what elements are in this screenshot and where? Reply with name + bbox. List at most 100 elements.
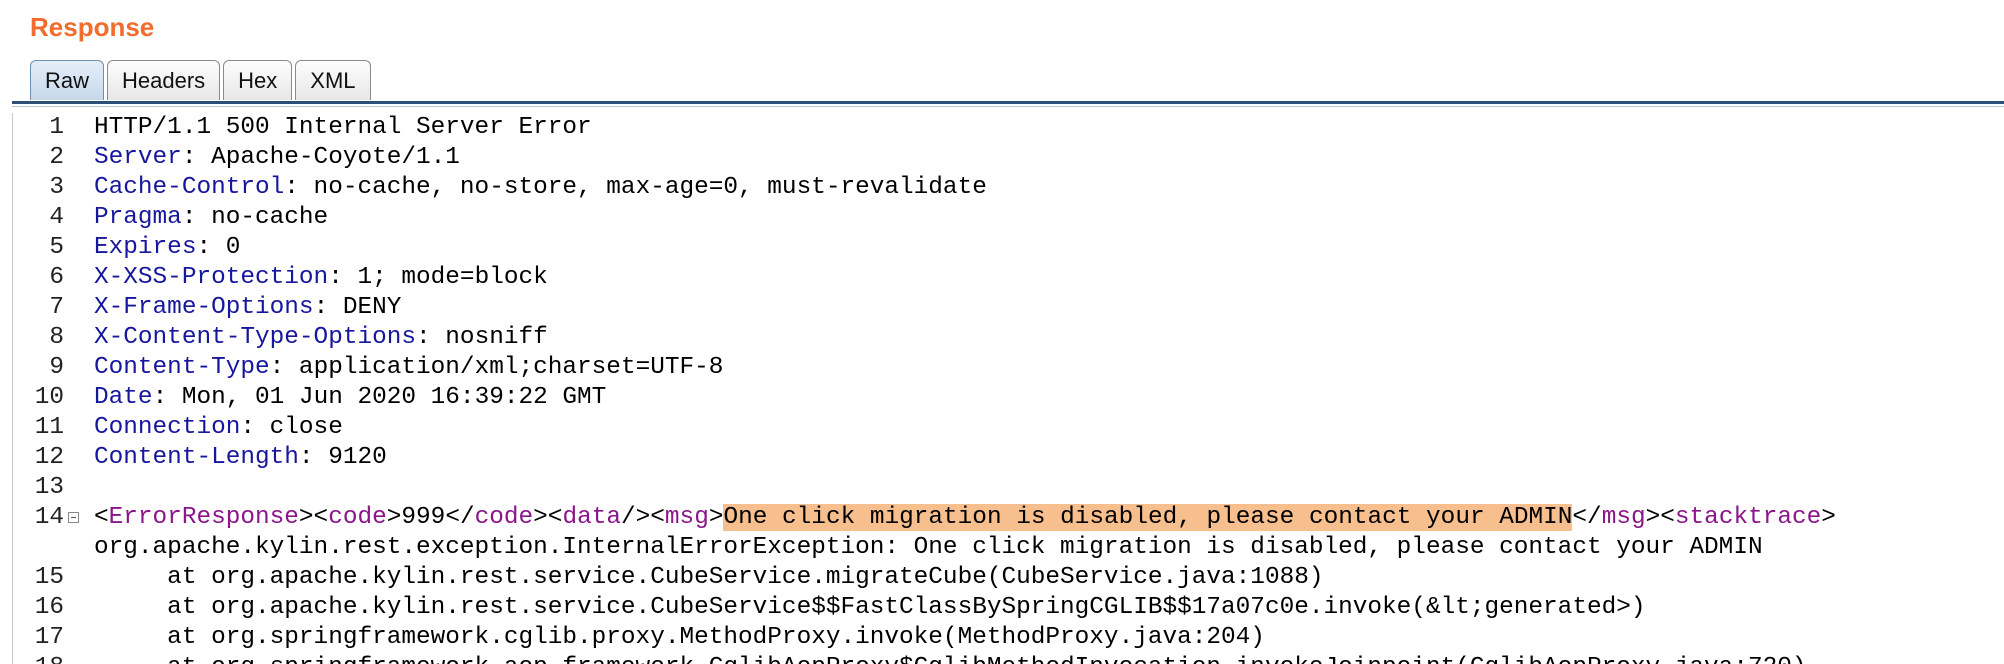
code-line: 15 at org.apache.kylin.rest.service.Cube… <box>0 563 2004 593</box>
code-line: 2 Server: Apache-Coyote/1.1 <box>0 143 2004 173</box>
line-number: 3 <box>49 174 64 201</box>
code-line: 17 at org.springframework.cglib.proxy.Me… <box>0 623 2004 653</box>
code-line: 4 Pragma: no-cache <box>0 203 2004 233</box>
fold-toggle-icon[interactable] <box>68 512 79 523</box>
line-number: 9 <box>49 354 64 381</box>
line-content: Content-Length: 9120 <box>94 443 387 473</box>
header-value: : 1; mode=block <box>328 264 548 291</box>
line-content: Date: Mon, 01 Jun 2020 16:39:22 GMT <box>94 383 606 413</box>
header-value: : no-cache <box>181 204 329 231</box>
xml-tag-name: code <box>474 504 534 531</box>
response-body-editor[interactable]: 1 HTTP/1.1 500 Internal Server Error 2 Serv… <box>0 113 2004 664</box>
header-name: Content-Length <box>94 444 299 471</box>
tab-xml[interactable]: XML <box>295 60 371 100</box>
xml-tag-name: stacktrace <box>1674 504 1822 531</box>
line-content: at org.apache.kylin.rest.service.CubeSer… <box>94 564 1324 591</box>
code-line: 14 <ErrorResponse><code>999</code><data/>… <box>0 503 2004 533</box>
header-value: : 9120 <box>298 444 387 471</box>
line-content: Cache-Control: no-cache, no-store, max-a… <box>94 173 987 203</box>
header-name: Content-Type <box>94 354 270 381</box>
code-line: 10 Date: Mon, 01 Jun 2020 16:39:22 GMT <box>0 383 2004 413</box>
code-line: 5 Expires: 0 <box>0 233 2004 263</box>
header-value: : Apache-Coyote/1.1 <box>181 144 460 171</box>
line-content: Server: Apache-Coyote/1.1 <box>94 143 460 173</box>
xml-text: > <box>708 504 724 531</box>
xml-text: >< <box>533 504 563 531</box>
header-name: X-Frame-Options <box>94 294 314 321</box>
line-content: HTTP/1.1 500 Internal Server Error <box>94 114 592 141</box>
code-line: 3 Cache-Control: no-cache, no-store, max-… <box>0 173 2004 203</box>
line-content: Pragma: no-cache <box>94 203 328 233</box>
header-name: X-Content-Type-Options <box>94 324 417 351</box>
header-name: Pragma <box>94 204 182 231</box>
header-value: : DENY <box>313 294 402 321</box>
header-name: Connection <box>94 414 241 441</box>
response-title: Response <box>30 12 155 42</box>
xml-text: >999</ <box>386 504 475 531</box>
code-line: 7 X-Frame-Options: DENY <box>0 293 2004 323</box>
line-content: org.apache.kylin.rest.exception.Internal… <box>94 534 1763 561</box>
xml-text: > <box>1821 504 1836 531</box>
header-name: Expires <box>94 234 197 261</box>
line-number: 18 <box>0 653 64 664</box>
xml-tag-name: data <box>562 504 621 531</box>
xml-text: />< <box>621 504 665 531</box>
line-number: 7 <box>49 294 64 321</box>
line-number: 11 <box>34 414 64 441</box>
tab-raw[interactable]: Raw <box>30 60 105 100</box>
line-number: 10 <box>34 384 64 411</box>
xml-tag-name: msg <box>664 504 709 531</box>
response-view-tabs: Raw Headers Hex XML <box>30 60 374 102</box>
code-line: 8 X-Content-Type-Options: nosniff <box>0 323 2004 353</box>
xml-text: >< <box>1645 504 1675 531</box>
line-content: Content-Type: application/xml;charset=UT… <box>94 353 723 383</box>
header-name: Cache-Control <box>94 174 285 201</box>
line-content: <ErrorResponse><code>999</code><data/><m… <box>94 503 1836 533</box>
tab-divider <box>12 101 2004 104</box>
line-content: Connection: close <box>94 413 343 443</box>
header-name: Date <box>94 384 153 411</box>
line-number: 17 <box>34 624 64 651</box>
code-line: 1 HTTP/1.1 500 Internal Server Error <box>0 113 2004 143</box>
line-number: 12 <box>34 444 64 471</box>
xml-text: < <box>94 504 109 531</box>
line-content: X-Frame-Options: DENY <box>94 293 401 323</box>
line-number: 5 <box>49 234 64 261</box>
line-number: 14 <box>34 504 64 531</box>
header-value: : nosniff <box>416 324 548 351</box>
line-number: 1 <box>49 114 64 141</box>
xml-tag-name: code <box>328 504 387 531</box>
line-content: at org.springframework.aop.framework.Cgl… <box>94 653 1806 664</box>
header-name: X-XSS-Protection <box>94 264 329 291</box>
header-value: : Mon, 01 Jun 2020 16:39:22 GMT <box>152 384 607 411</box>
xml-tag-name: msg <box>1601 504 1646 531</box>
search-highlight: One click migration is disabled, please … <box>723 504 1573 531</box>
line-number: 2 <box>49 144 64 171</box>
tab-divider-shadow <box>12 106 2004 107</box>
code-line: 13 <box>0 473 2004 503</box>
header-value: : 0 <box>196 234 241 261</box>
header-value: : close <box>240 414 343 441</box>
code-line: 16 at org.apache.kylin.rest.service.Cube… <box>0 593 2004 623</box>
header-value: : no-cache, no-store, max-age=0, must-re… <box>284 174 987 201</box>
header-value: : application/xml;charset=UTF-8 <box>269 354 724 381</box>
code-line: 12 Content-Length: 9120 <box>0 443 2004 473</box>
code-line: org.apache.kylin.rest.exception.Internal… <box>0 533 2004 563</box>
code-line: 11 Connection: close <box>0 413 2004 443</box>
line-number: 16 <box>34 594 64 621</box>
code-line: 18 at org.springframework.aop.framework.… <box>0 653 2004 664</box>
line-content: at org.apache.kylin.rest.service.CubeSer… <box>94 594 1646 621</box>
line-content: Expires: 0 <box>94 233 240 263</box>
tab-headers[interactable]: Headers <box>107 60 221 100</box>
line-content: X-XSS-Protection: 1; mode=block <box>94 263 548 293</box>
line-number: 4 <box>49 204 64 231</box>
line-content: at org.springframework.cglib.proxy.Metho… <box>94 624 1265 651</box>
tab-hex[interactable]: Hex <box>223 60 293 100</box>
xml-tag-name: ErrorResponse <box>108 504 299 531</box>
line-number: 13 <box>34 474 64 501</box>
code-line: 9 Content-Type: application/xml;charset=U… <box>0 353 2004 383</box>
line-content: X-Content-Type-Options: nosniff <box>94 323 548 353</box>
header-name: Server <box>94 144 182 171</box>
line-number: 8 <box>49 324 64 351</box>
xml-text: </ <box>1572 504 1602 531</box>
